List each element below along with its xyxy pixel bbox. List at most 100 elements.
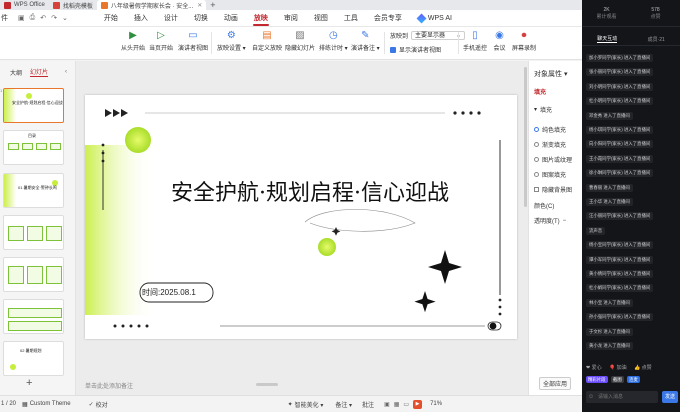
slide-thumbnail[interactable]: 02 暑期规划: [3, 341, 64, 376]
tab-outline[interactable]: 大纲: [10, 68, 22, 77]
menu-home[interactable]: 开始: [96, 10, 126, 27]
current-slide[interactable]: 安全护航·规划启程·信心迎战 时间:2025.08.1: [85, 95, 517, 339]
dot-mark: [469, 111, 473, 115]
option-pattern-fill[interactable]: 图案填充: [534, 170, 566, 179]
speaker-notes-button[interactable]: ✎ 演讲备注 ▾: [351, 29, 380, 53]
wps-ai-icon: [416, 13, 427, 23]
option-hide-bg[interactable]: 隐藏背景图: [534, 185, 572, 194]
wps-logo-icon: [4, 1, 11, 9]
ribbon-divider: [384, 32, 385, 54]
checkbox-icon[interactable]: [534, 187, 539, 192]
tab-members[interactable]: 成员·21: [648, 36, 665, 43]
medium-star: [414, 291, 436, 313]
slide-thumbnail[interactable]: [3, 257, 64, 292]
reading-view-icon[interactable]: ▭: [403, 401, 409, 408]
option-gradient-fill[interactable]: 渐变填充: [534, 140, 566, 149]
slide-date[interactable]: 时间:2025.08.1: [142, 287, 196, 298]
tab-wps-office[interactable]: WPS Office: [0, 0, 49, 10]
radio-selected-icon[interactable]: [534, 127, 539, 132]
file-menu[interactable]: 件: [0, 13, 14, 23]
option-solid-fill[interactable]: 纯色填充: [534, 125, 566, 134]
gift-heart[interactable]: ❤ 爱心: [586, 365, 602, 371]
menu-insert[interactable]: 插入: [126, 10, 156, 27]
menu-tools[interactable]: 工具: [336, 10, 366, 27]
menu-view[interactable]: 视图: [306, 10, 336, 27]
normal-view-icon[interactable]: ▣: [384, 401, 390, 408]
show-settings-button[interactable]: ⚙ 放映设置 ▾: [217, 29, 246, 53]
chat-input[interactable]: 请输入消息: [586, 391, 658, 403]
properties-header[interactable]: 对象属性 ▾: [534, 69, 567, 79]
undo-icon[interactable]: ↶: [40, 14, 46, 22]
tab-chat[interactable]: 聊天互动: [597, 35, 618, 43]
rehearse-timing-button[interactable]: ◷ 排练计时 ▾: [319, 29, 348, 53]
send-button[interactable]: 发送: [662, 391, 678, 403]
tab-docer[interactable]: 找稻壳模板: [49, 0, 97, 10]
option-picture-fill[interactable]: 图片或纹理: [534, 155, 572, 164]
add-slide-button[interactable]: +: [26, 377, 32, 389]
redo-icon[interactable]: ↷: [51, 14, 57, 22]
print-icon[interactable]: ⎙: [30, 14, 36, 22]
menu-design[interactable]: 设计: [156, 10, 186, 27]
horizontal-scrollbar[interactable]: [256, 383, 278, 386]
radio-icon[interactable]: [534, 172, 539, 177]
color-row[interactable]: 颜色(C): [534, 201, 554, 210]
emoji-icon[interactable]: ☺: [588, 394, 594, 400]
show-to-dropdown[interactable]: 主要显示器 ⌄: [411, 31, 466, 40]
presenter-view-button[interactable]: ▭ 演讲者视图: [178, 29, 208, 53]
wps-ai-button[interactable]: WPS AI: [410, 10, 460, 27]
sorter-view-icon[interactable]: ▦: [394, 401, 400, 408]
slide-thumbnail[interactable]: 01 暑期安全·警钟长鸣: [3, 173, 64, 208]
vertical-scrollbar[interactable]: [524, 67, 527, 207]
tab-presentation[interactable]: 八年级暑假学期家长会 · 安全... ✕: [96, 0, 207, 10]
radio-icon[interactable]: [534, 157, 539, 162]
proof-button[interactable]: 校对: [96, 400, 108, 409]
theme-name[interactable]: Custom Theme: [30, 401, 71, 407]
dot-mark: [477, 111, 481, 115]
tab-slides[interactable]: 幻灯片: [30, 67, 49, 77]
hide-slide-button[interactable]: ▨ 隐藏幻灯片: [285, 29, 315, 53]
screen-record-button[interactable]: ⏺ 屏幕录制: [512, 29, 536, 53]
slide-thumbnail[interactable]: [3, 299, 64, 334]
zoom-level[interactable]: 71%: [430, 401, 442, 407]
menu-animation[interactable]: 动画: [216, 10, 246, 27]
radio-icon[interactable]: [534, 142, 539, 147]
close-icon[interactable]: ✕: [197, 2, 202, 9]
gift-cheer[interactable]: 🎈 加油: [609, 365, 627, 371]
presenter-view-checkbox[interactable]: 显示演讲者视图: [390, 45, 441, 54]
transparency-row[interactable]: 透明度(T) −: [534, 216, 567, 226]
show-to-select[interactable]: 放映到 主要显示器 ⌄: [390, 31, 466, 40]
menu-member[interactable]: 会员专享: [366, 10, 410, 27]
slide-title[interactable]: 安全护航·规划启程·信心迎战: [155, 175, 465, 207]
from-start-button[interactable]: ▶ 从头开始: [121, 29, 145, 53]
fill-section-tab[interactable]: 填充: [534, 87, 546, 96]
fill-subheader[interactable]: ▾ 填充: [534, 105, 552, 114]
notes-toggle[interactable]: 备注 ▾: [335, 400, 352, 409]
collapse-panel-icon[interactable]: ‹: [65, 69, 67, 75]
chip-highlights[interactable]: 精彩片段: [586, 376, 608, 383]
chip-mic-link[interactable]: 连麦: [627, 376, 640, 383]
apply-all-button[interactable]: 全部应用: [539, 377, 572, 390]
green-ball: [318, 238, 336, 256]
menu-review[interactable]: 审阅: [276, 10, 306, 27]
menu-transitions[interactable]: 切换: [186, 10, 216, 27]
phone-remote-button[interactable]: ▯ 手机遥控: [463, 29, 487, 53]
comment-button[interactable]: 批注: [362, 400, 374, 409]
play-slideshow-icon[interactable]: ▶: [413, 399, 423, 409]
save-icon[interactable]: ▣: [18, 14, 25, 22]
slide-thumbnail[interactable]: 安全护航·规划启程·信心迎战: [3, 88, 64, 123]
chip-screenshot[interactable]: 截图: [610, 376, 624, 383]
menu-slideshow[interactable]: 放映: [246, 10, 276, 27]
slide-thumbnail[interactable]: [3, 215, 64, 250]
new-tab-button[interactable]: +: [206, 0, 219, 10]
smart-beautify-button[interactable]: 智能美化 ▾: [295, 400, 324, 409]
checkbox-checked-icon[interactable]: [390, 46, 396, 53]
dot-mark: [121, 324, 125, 328]
slide-thumbnail[interactable]: 目录: [3, 130, 64, 165]
minus-icon[interactable]: −: [563, 218, 567, 224]
from-current-button[interactable]: ▷ 当页开始: [149, 29, 173, 53]
custom-show-button[interactable]: ▤ 自定义放映: [252, 29, 282, 53]
notes-placeholder[interactable]: 单击此处添加备注: [85, 381, 133, 390]
gift-like[interactable]: 👍 点赞: [634, 365, 652, 371]
chevron-down-icon[interactable]: ⌄: [62, 14, 68, 22]
meeting-button[interactable]: ◉ 会议: [493, 29, 506, 53]
